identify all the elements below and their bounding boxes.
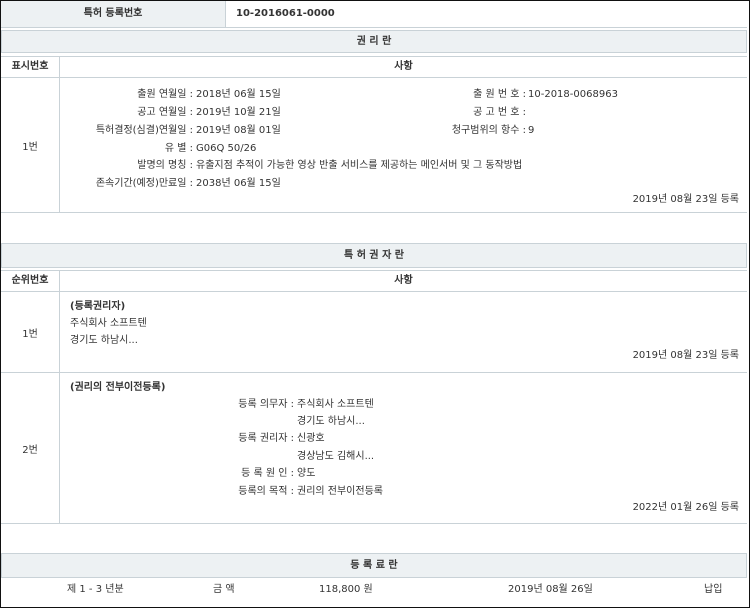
col-content: 사항 (394, 61, 413, 72)
holder-name: 신광호 (297, 433, 325, 444)
claims-value: 9 (528, 125, 535, 136)
registration-stamp: 2019년 08월 23일 등록 (632, 350, 739, 361)
entry-number: 1번 (1, 292, 60, 372)
purpose-label: 등록의 목적 : (238, 486, 294, 497)
holder-label: 등록 권리자 : (238, 433, 294, 444)
app-date-label: 출원 연월일 : (137, 89, 193, 100)
decision-date-value: 2019년 08월 01일 (196, 125, 281, 136)
app-date-value: 2018년 06월 15일 (196, 89, 281, 100)
purpose-value: 권리의 전부이전등록 (297, 486, 383, 497)
claims-label: 청구범위의 항수 : (451, 125, 526, 136)
reg-no-label: 특허 등록번호 (1, 1, 226, 27)
registration-stamp: 2019년 08월 23일 등록 (632, 194, 739, 205)
cause-label: 등 록 원 인 : (241, 468, 294, 479)
fee-amount-value: 118,800 원 (319, 584, 373, 595)
col-rank-no: 순위번호 (1, 271, 60, 291)
entry-number: 1번 (1, 78, 60, 212)
fee-section-title: 등 록 료 란 (1, 553, 747, 578)
rights-section-title: 권 리 란 (1, 30, 747, 53)
holder-row-2: 2번 (권리의 전부이전등록) 등록 의무자 : 주식회사 소프트텐 경기도 하… (1, 373, 747, 524)
col-display-no: 표시번호 (1, 57, 60, 77)
app-no-label: 출 원 번 호 : (473, 89, 526, 100)
holder-row-1: 1번 (등록권리자) 주식회사 소프트텐 경기도 하남시... 2019년 08… (1, 292, 747, 373)
col-content: 사항 (394, 275, 413, 286)
fee-row: 제 1 - 3 년분 금 액 118,800 원 2019년 08월 26일 납… (1, 579, 747, 604)
reg-no-value: 10-2016061-0000 (236, 8, 335, 19)
invention-label: 발명의 명칭 : (137, 160, 193, 171)
fee-period: 제 1 - 3 년분 (67, 584, 124, 595)
divider (1, 27, 747, 28)
rights-row-content: 출원 연월일 : 2018년 06월 15일 출 원 번 호 : 10-2018… (61, 78, 747, 212)
holder-name: 주식회사 소프트텐 (70, 318, 147, 329)
pub-date-label: 공고 연월일 : (137, 107, 193, 118)
expiry-label: 존속기간(예정)만료일 : (95, 178, 193, 189)
pub-no-label: 공 고 번 호 : (473, 107, 526, 118)
class-label: 유 별 : (164, 143, 193, 154)
holders-table-header: 순위번호 사항 (1, 270, 747, 292)
fee-amount-label: 금 액 (213, 584, 235, 595)
holder-address: 경기도 하남시... (70, 335, 138, 346)
class-value: G06Q 50/26 (196, 143, 257, 154)
holders-section-title: 특 허 권 자 란 (1, 243, 747, 268)
holder-address: 경상남도 김해시... (297, 451, 375, 462)
rights-table-header: 표시번호 사항 (1, 56, 747, 78)
pub-date-value: 2019년 10월 21일 (196, 107, 281, 118)
fee-status: 납입 (704, 584, 723, 595)
holder-row-2-content: (권리의 전부이전등록) 등록 의무자 : 주식회사 소프트텐 경기도 하남시.… (61, 373, 747, 523)
invention-value: 유출지점 추적이 가능한 영상 반출 서비스를 제공하는 메인서버 및 그 동작… (196, 160, 523, 171)
cause-value: 양도 (297, 468, 316, 479)
entry-heading: (권리의 전부이전등록) (70, 382, 166, 393)
entry-number: 2번 (1, 373, 60, 523)
fee-paid-date: 2019년 08월 26일 (508, 584, 593, 595)
obligor-address: 경기도 하남시... (297, 416, 365, 427)
obligor-label: 등록 의무자 : (238, 399, 294, 410)
decision-date-label: 특허결정(심결)연월일 : (95, 125, 193, 136)
rights-row: 1번 출원 연월일 : 2018년 06월 15일 출 원 번 호 : 10-2… (1, 78, 747, 213)
registration-stamp: 2022년 01월 26일 등록 (632, 502, 739, 513)
holder-row-1-content: (등록권리자) 주식회사 소프트텐 경기도 하남시... 2019년 08월 2… (61, 292, 747, 372)
entry-heading: (등록권리자) (70, 301, 126, 312)
obligor-name: 주식회사 소프트텐 (297, 399, 374, 410)
expiry-value: 2038년 06월 15일 (196, 178, 281, 189)
app-no-value: 10-2018-0068963 (528, 89, 618, 100)
